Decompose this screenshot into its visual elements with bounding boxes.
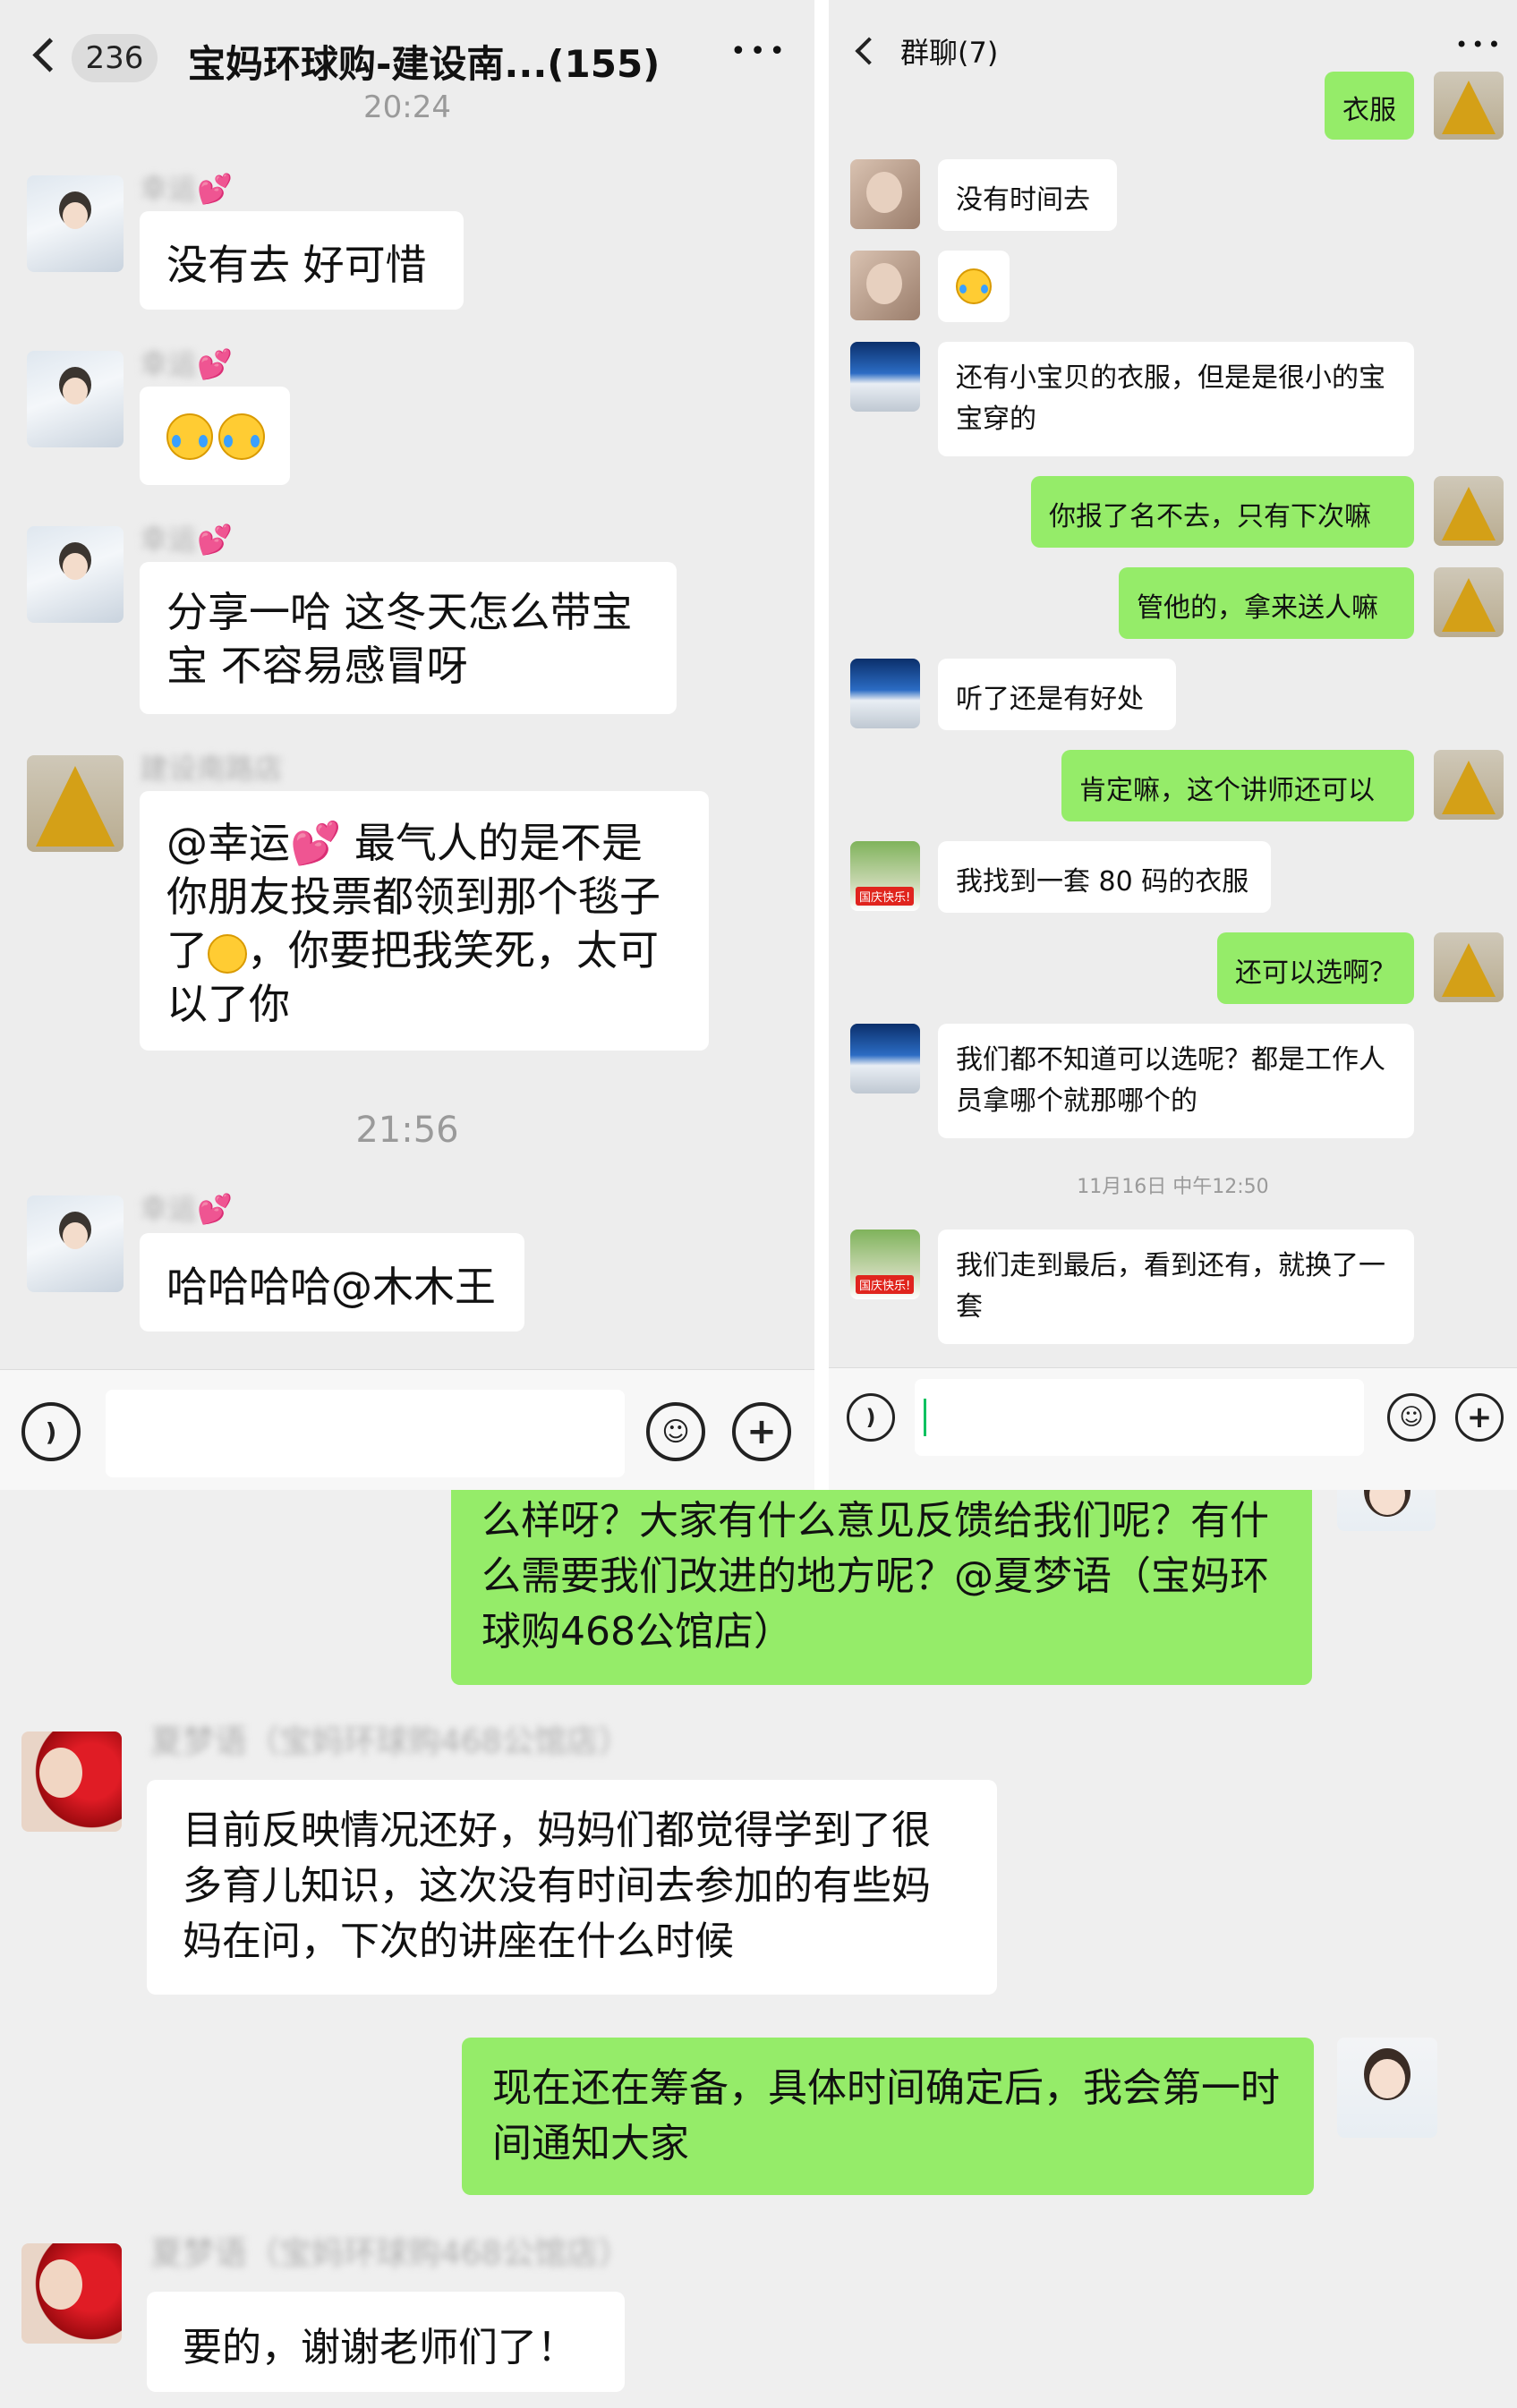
heart-icon: 💕 <box>197 172 233 206</box>
timestamp: 20:24 <box>363 89 451 125</box>
chat-bubble[interactable]: 肯定嘛，这个讲师还可以 <box>1061 750 1414 821</box>
avatar[interactable] <box>1434 750 1504 820</box>
crying-laughing-emoji-icon <box>166 413 213 460</box>
chat-bubble[interactable]: 分享一哈 这冬天怎么带宝宝 不容易感冒呀 <box>140 562 677 714</box>
avatar[interactable] <box>27 1195 124 1292</box>
chat-bubble[interactable]: 衣服 <box>1325 72 1414 140</box>
voice-icon[interactable]: ) <box>21 1402 81 1461</box>
heart-icon: 💕 <box>290 819 342 867</box>
right-chat-panel: 群聊(7) ••• 衣服 没有时间去 还有小宝贝的衣服，但是是很小的宝宝穿的 你… <box>829 0 1517 1490</box>
avatar[interactable]: 国庆快乐! <box>850 841 920 911</box>
sender-label: 幸运 <box>140 523 198 557</box>
bottom-chat-panel: 么样呀？大家有什么意见反馈给我们呢？有什么需要我们改进的地方呢？@夏梦语（宝妈环… <box>0 1490 1517 2408</box>
avatar[interactable] <box>850 251 920 320</box>
unread-badge: 236 <box>72 34 158 82</box>
sender-label: 幸运 <box>140 172 198 206</box>
chat-bubble[interactable]: 我找到一套 80 码的衣服 <box>938 841 1271 913</box>
chat-bubble[interactable]: 哈哈哈哈@木木王 <box>140 1233 524 1332</box>
sender-name: 夏梦语（宝妈环球购468公馆店） <box>150 2227 631 2274</box>
poster-tag: 国庆快乐! <box>856 1275 915 1294</box>
heart-icon: 💕 <box>197 523 233 557</box>
sender-label: 夏梦语（宝妈环球购468公馆店） <box>150 2235 631 2272</box>
avatar[interactable] <box>27 351 124 447</box>
chat-bubble[interactable]: 我们都不知道可以选呢？都是工作人员拿哪个就那哪个的 <box>938 1024 1414 1138</box>
grinning-emoji-icon <box>208 933 247 974</box>
avatar[interactable] <box>1434 567 1504 637</box>
chat-title: 群聊(7) <box>900 36 999 70</box>
avatar[interactable] <box>1337 1490 1436 1531</box>
chat-bubble[interactable]: 听了还是有好处 <box>938 659 1176 730</box>
input-bar: ) ☺ + <box>0 1369 814 1490</box>
tower-icon <box>1442 578 1496 632</box>
chat-bubble[interactable]: 管他的，拿来送人嘛 <box>1119 567 1414 639</box>
chat-bubble[interactable] <box>140 387 290 485</box>
sender-label: 幸运 <box>140 1192 198 1226</box>
chat-bubble[interactable]: @幸运💕 最气人的是不是你朋友投票都领到那个毯子了 ，你要把我笑死，太可以了你 <box>140 791 709 1051</box>
sender-name: 幸运💕 <box>140 517 233 558</box>
chat-bubble[interactable]: 还有小宝贝的衣服，但是是很小的宝宝穿的 <box>938 342 1414 456</box>
heart-icon: 💕 <box>197 1192 233 1226</box>
sender-name: 幸运💕 <box>140 342 233 383</box>
sender-label: 夏梦语（宝妈环球购468公馆店） <box>150 1723 631 1760</box>
avatar[interactable] <box>27 755 124 852</box>
sender-name: 幸运💕 <box>140 166 233 208</box>
plus-icon[interactable]: + <box>1455 1393 1504 1442</box>
avatar[interactable] <box>1434 476 1504 546</box>
avatar[interactable] <box>1434 932 1504 1002</box>
chevron-left-icon[interactable] <box>855 37 883 65</box>
poster-tag: 国庆快乐! <box>856 887 915 906</box>
emoji-icon[interactable]: ☺ <box>1387 1393 1436 1442</box>
message-input[interactable] <box>915 1379 1364 1456</box>
sender-name: 建设南路店 <box>140 746 283 787</box>
chat-bubble[interactable] <box>938 251 1010 322</box>
sender-label: 建设南路店 <box>140 752 284 786</box>
avatar[interactable]: 国庆快乐! <box>850 1230 920 1299</box>
emoji-icon[interactable]: ☺ <box>646 1402 705 1461</box>
avatar[interactable] <box>850 659 920 728</box>
more-icon[interactable]: ••• <box>1455 32 1504 57</box>
crying-laughing-emoji-icon <box>218 413 265 460</box>
crying-laughing-emoji-icon <box>956 268 992 304</box>
chat-title: 宝妈环球购-建设南...(155) <box>188 42 660 86</box>
plus-icon[interactable]: + <box>732 1402 791 1461</box>
right-top-bar: 群聊(7) ••• <box>829 0 1517 89</box>
avatar[interactable] <box>1337 2038 1437 2138</box>
message-input[interactable] <box>106 1390 625 1477</box>
sender-label: 幸运 <box>140 347 198 381</box>
voice-icon[interactable]: ) <box>847 1393 895 1442</box>
chat-bubble[interactable]: 你报了名不去，只有下次嘛 <box>1031 476 1414 548</box>
timestamp: 21:56 <box>355 1110 459 1151</box>
chat-bubble[interactable]: 我们走到最后，看到还有，就换了一套 <box>938 1230 1414 1344</box>
avatar[interactable] <box>850 159 920 229</box>
avatar[interactable] <box>850 1024 920 1093</box>
chevron-left-icon[interactable] <box>32 38 67 72</box>
chat-bubble[interactable]: 没有去 好可惜 <box>140 211 464 310</box>
tower-icon <box>1442 81 1496 134</box>
left-chat-panel: 236 宝妈环球购-建设南...(155) ••• 20:24 幸运💕 没有去 … <box>0 0 814 1490</box>
chat-bubble[interactable]: 么样呀？大家有什么意见反馈给我们呢？有什么需要我们改进的地方呢？@夏梦语（宝妈环… <box>451 1490 1312 1685</box>
mention-text: @幸运 <box>166 819 290 867</box>
heart-icon: 💕 <box>197 347 233 381</box>
avatar[interactable] <box>21 2243 122 2344</box>
tower-icon <box>1442 487 1496 540</box>
chat-bubble[interactable]: 还可以选啊？ <box>1217 932 1414 1004</box>
chat-bubble[interactable]: 现在还在筹备，具体时间确定后，我会第一时间通知大家 <box>462 2038 1314 2195</box>
text-caret <box>924 1399 926 1436</box>
avatar[interactable] <box>21 1732 122 1832</box>
avatar[interactable] <box>27 175 124 272</box>
sender-name: 幸运💕 <box>140 1187 233 1228</box>
avatar[interactable] <box>1434 72 1504 140</box>
timestamp: 11月16日 中午12:50 <box>1077 1176 1269 1198</box>
chat-bubble[interactable]: 目前反映情况还好，妈妈们都觉得学到了很多育儿知识，这次没有时间去参加的有些妈妈在… <box>147 1780 997 1995</box>
tower-icon <box>1442 761 1496 814</box>
more-icon[interactable]: ••• <box>730 36 788 67</box>
avatar[interactable] <box>27 526 124 623</box>
tower-icon <box>36 766 115 847</box>
chat-bubble[interactable]: 没有时间去 <box>938 159 1117 231</box>
input-bar: ) ☺ + <box>829 1367 1517 1490</box>
chat-bubble[interactable]: 要的，谢谢老师们了！ <box>147 2292 625 2392</box>
avatar[interactable] <box>850 342 920 412</box>
sender-name: 夏梦语（宝妈环球购468公馆店） <box>150 1715 631 1762</box>
tower-icon <box>1442 943 1496 997</box>
